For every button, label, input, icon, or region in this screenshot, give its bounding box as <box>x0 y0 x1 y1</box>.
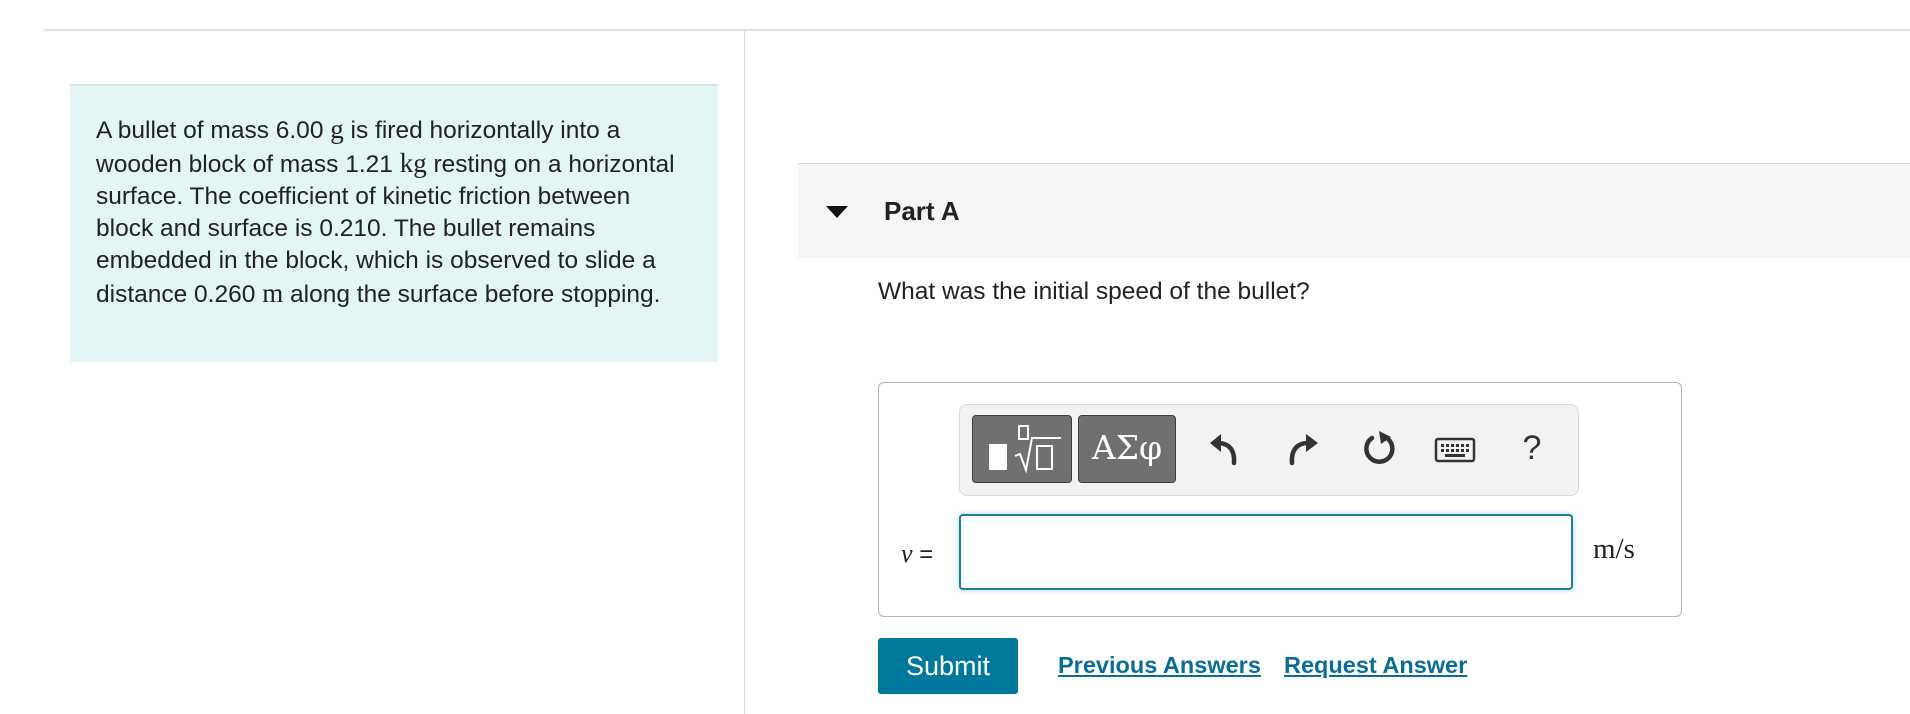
collapse-caret-icon[interactable] <box>826 206 848 218</box>
request-answer-link[interactable]: Request Answer <box>1284 652 1467 679</box>
math-toolbar: ΑΣφ ? <box>959 404 1579 496</box>
part-title: Part A <box>884 196 960 226</box>
question-text: What was the initial speed of the bullet… <box>878 278 1310 305</box>
unit-grams: g <box>330 114 344 144</box>
mastering-physics-page: A bullet of mass 6.00 g is fired horizon… <box>0 0 1910 714</box>
submit-button[interactable]: Submit <box>878 638 1018 694</box>
templates-icon <box>989 444 1007 470</box>
variable-label: v = <box>901 539 933 569</box>
problem-text-4: along the surface before stopping. <box>283 281 661 308</box>
column-divider <box>744 31 745 714</box>
help-button[interactable]: ? <box>1510 425 1554 471</box>
part-a-header[interactable]: Part A <box>798 163 1910 258</box>
problem-statement: A bullet of mass 6.00 g is fired horizon… <box>70 84 718 362</box>
templates-button[interactable] <box>972 415 1072 483</box>
keyboard-icon[interactable] <box>1433 427 1477 471</box>
variable-symbol: v <box>901 539 913 568</box>
greek-symbols-button[interactable]: ΑΣφ <box>1078 415 1176 483</box>
top-divider <box>44 29 1910 31</box>
previous-answers-link[interactable]: Previous Answers <box>1058 652 1261 679</box>
problem-text-1: A bullet of mass 6.00 <box>96 117 331 144</box>
redo-icon[interactable] <box>1280 427 1324 471</box>
equals-sign: = <box>919 541 934 568</box>
undo-icon[interactable] <box>1204 427 1248 471</box>
answer-input[interactable] <box>959 514 1573 590</box>
units-label: m/s <box>1593 533 1635 565</box>
unit-meters: m <box>262 278 284 308</box>
answer-panel: ΑΣφ ? v = m/s <box>878 382 1682 617</box>
reset-icon[interactable] <box>1357 427 1401 471</box>
radical-template-icon <box>1014 425 1061 474</box>
unit-kilograms: kg <box>399 148 427 178</box>
